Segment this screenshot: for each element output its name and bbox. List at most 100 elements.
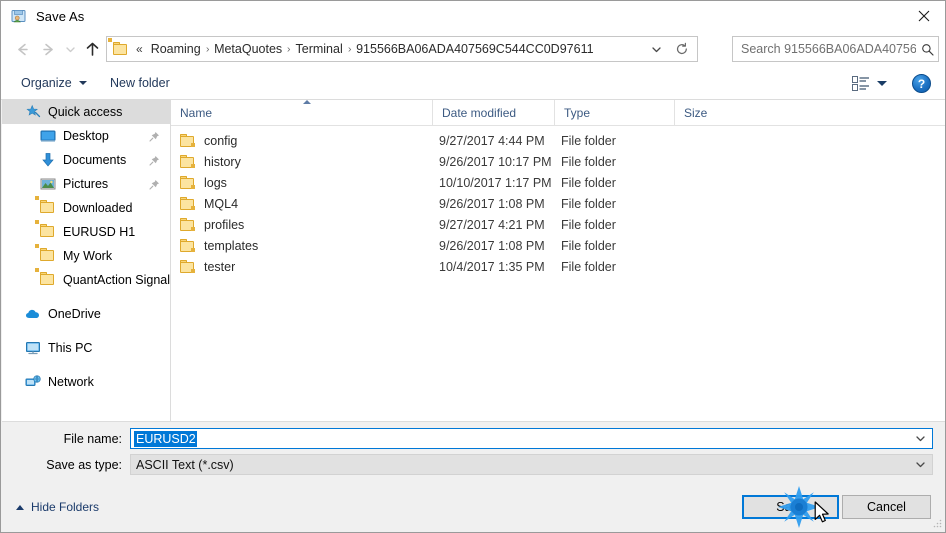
cancel-button[interactable]: Cancel [842,495,931,519]
chevron-down-icon [78,81,87,85]
table-row[interactable]: tester 10/4/2017 1:35 PM File folder [171,256,945,277]
help-icon[interactable]: ? [912,74,931,93]
table-row[interactable]: templates 9/26/2017 1:08 PM File folder [171,235,945,256]
refresh-icon[interactable] [669,37,695,61]
desktop-icon [40,128,56,144]
sidebar-item-label: Documents [63,153,127,167]
onedrive-icon [25,306,41,322]
list-view-icon[interactable] [849,71,873,95]
close-button[interactable] [901,1,945,31]
breadcrumb-overflow[interactable]: « [129,42,147,56]
row-type-cell: File folder [561,238,616,253]
recent-locations-button[interactable] [61,36,79,62]
row-type-cell: File folder [561,259,616,274]
sidebar-item-label: My Work [63,249,113,263]
breadcrumb-roaming[interactable]: Roaming [147,42,205,56]
folder-icon [180,260,196,273]
hide-folders-button[interactable]: Hide Folders [16,500,99,514]
save-as-dialog: Save As « Roaming › MetaQuotes › Termina… [0,0,946,533]
sidebar-item-desktop[interactable]: Desktop [2,124,170,148]
sidebar-item-my-work[interactable]: My Work [2,244,170,268]
save-form: File name: EURUSD2 Save as type: ASCII T… [2,421,945,490]
file-name: config [204,133,238,148]
new-folder-button[interactable]: New folder [104,67,176,99]
search-box[interactable]: Search 915566BA06ADA40756... [732,36,939,62]
search-input[interactable]: Search 915566BA06ADA40756... [741,42,916,56]
table-row[interactable]: logs 10/10/2017 1:17 PM File folder [171,172,945,193]
column-header-type[interactable]: Type [554,100,674,125]
column-header-name[interactable]: Name [171,100,432,125]
column-label: Type [564,105,591,120]
sidebar-item-this-pc[interactable]: This PC [2,336,170,360]
row-name-cell: logs [180,172,227,193]
save-as-type-dropdown-icon[interactable] [912,455,928,474]
sidebar-item-onedrive[interactable]: OneDrive [2,302,170,326]
save-button[interactable]: Save [742,495,839,519]
file-name: templates [204,238,259,253]
up-button[interactable] [79,36,105,62]
table-row[interactable]: profiles 9/27/2017 4:21 PM File folder [171,214,945,235]
table-row[interactable]: MQL4 9/26/2017 1:08 PM File folder [171,193,945,214]
save-label: Save [776,500,805,514]
file-name: history [204,154,241,169]
sidebar-item-pictures[interactable]: Pictures [2,172,170,196]
folder-icon [180,176,196,189]
folder-icon [35,196,56,216]
file-name: logs [204,175,227,190]
sidebar-item-label: Pictures [63,177,109,191]
new-folder-label: New folder [110,76,170,90]
sidebar-item-eurusd-h1[interactable]: EURUSD H1 [2,220,170,244]
column-label: Date modified [442,105,517,120]
pin-icon[interactable] [146,155,162,166]
folder-icon [108,38,129,56]
back-button[interactable] [9,36,35,62]
pin-icon[interactable] [146,131,162,142]
sidebar-item-downloaded[interactable]: Downloaded [2,196,170,220]
table-row[interactable]: history 9/26/2017 10:17 PM File folder [171,151,945,172]
this-pc-icon [25,340,41,356]
table-row[interactable]: config 9/27/2017 4:44 PM File folder [171,130,945,151]
row-type-cell: File folder [561,154,616,169]
organize-label: Organize [21,76,72,90]
file-list: Name Date modified Type Size config 9/27… [171,100,945,421]
sidebar-item-quick-access[interactable]: Quick access [2,100,170,124]
organize-button[interactable]: Organize [15,67,93,99]
breadcrumb-metaquotes[interactable]: MetaQuotes [210,42,286,56]
file-name-input[interactable]: EURUSD2 [130,428,933,449]
folder-icon [180,197,196,210]
file-name-value[interactable]: EURUSD2 [134,430,197,447]
breadcrumb-terminal[interactable]: Terminal [292,42,347,56]
save-as-type-select[interactable]: ASCII Text (*.csv) [130,454,933,475]
address-dropdown-button[interactable] [645,37,667,61]
sidebar-item-quantaction-signal[interactable]: QuantAction Signal [2,268,170,292]
address-bar[interactable]: « Roaming › MetaQuotes › Terminal › 9155… [106,36,698,62]
sidebar-item-label: This PC [48,341,93,355]
navigation-pane: Quick access Desktop Documents Pictures … [2,100,171,421]
view-dropdown-icon[interactable] [877,81,887,86]
pin-icon[interactable] [146,179,162,190]
row-date-cell: 9/26/2017 1:08 PM [439,238,545,253]
sidebar-item-documents[interactable]: Documents [2,148,170,172]
column-header-date-modified[interactable]: Date modified [432,100,554,125]
file-name: tester [204,259,236,274]
resize-grip[interactable] [931,517,943,529]
title-bar: Save As [1,1,945,31]
column-header-size[interactable]: Size [674,100,754,125]
file-name-dropdown-icon[interactable] [912,429,928,448]
forward-button[interactable] [35,36,61,62]
folder-icon [180,218,196,231]
folder-icon [180,155,196,168]
breadcrumb-terminal-id[interactable]: 915566BA06ADA407569C544CC0D97611 [352,42,597,56]
file-name: profiles [204,217,245,232]
command-bar: Organize New folder ? [1,67,945,100]
sidebar-item-label: EURUSD H1 [63,225,136,239]
row-name-cell: history [180,151,241,172]
row-type-cell: File folder [561,217,616,232]
star-pin-icon [25,104,41,120]
cancel-label: Cancel [867,500,906,514]
row-type-cell: File folder [561,133,616,148]
sidebar-item-network[interactable]: Network [2,370,170,394]
pictures-icon [40,176,56,192]
